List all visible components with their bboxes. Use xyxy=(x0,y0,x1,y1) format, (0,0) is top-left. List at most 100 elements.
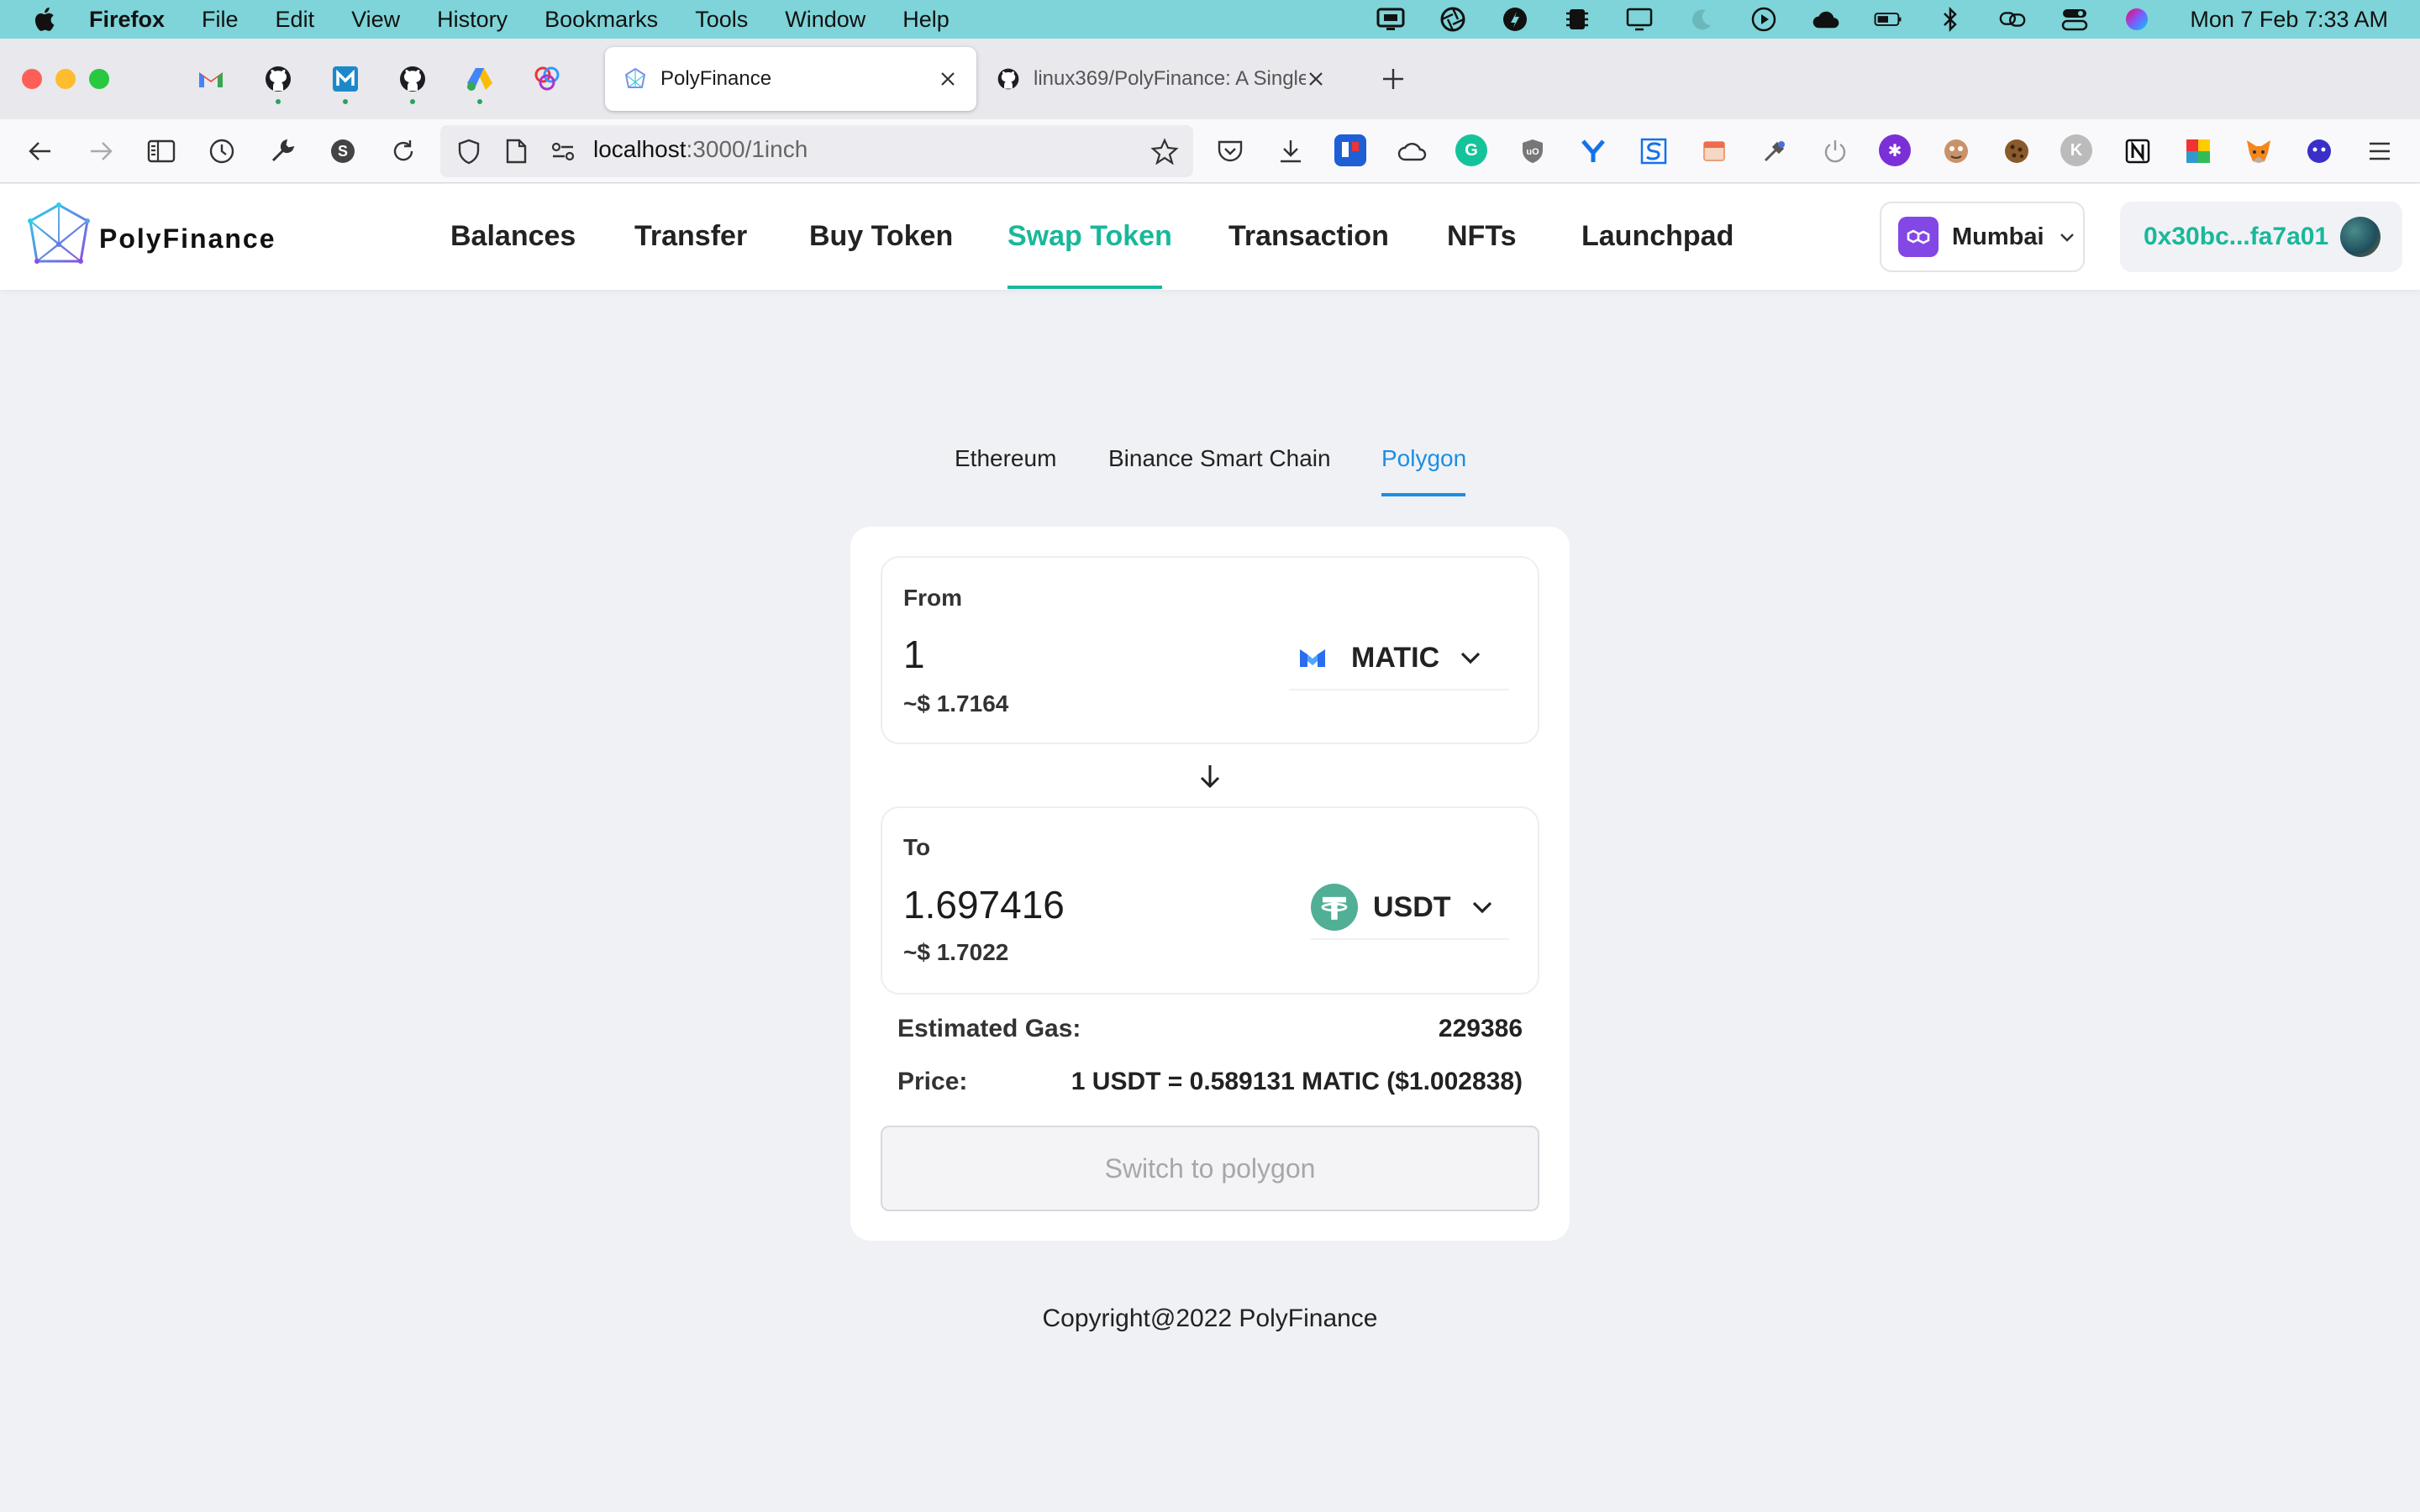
s-extension-icon[interactable]: S xyxy=(326,134,360,168)
reload-icon[interactable] xyxy=(387,134,420,168)
menu-window[interactable]: Window xyxy=(785,7,865,33)
matic-token-icon xyxy=(1289,634,1336,681)
url-text[interactable]: localhost:3000/1inch xyxy=(593,136,808,163)
chain-tab-bsc[interactable]: Binance Smart Chain xyxy=(1108,445,1331,472)
grammarly-extension-icon[interactable]: G xyxy=(1455,134,1487,166)
siri-icon[interactable] xyxy=(2123,5,2151,34)
link-icon[interactable] xyxy=(1998,5,2027,34)
back-arrow-icon[interactable] xyxy=(24,134,57,168)
history-clock-icon[interactable] xyxy=(205,134,239,168)
cloud-icon[interactable] xyxy=(1812,5,1840,34)
pinned-tab-metamask-m-icon[interactable] xyxy=(330,64,360,104)
play-icon[interactable] xyxy=(1749,5,1778,34)
calendar-extension-icon[interactable] xyxy=(1697,134,1731,168)
forward-arrow-icon[interactable] xyxy=(84,134,118,168)
pinned-tab-github-icon[interactable] xyxy=(263,64,293,104)
s-square-extension-icon[interactable] xyxy=(1637,134,1670,168)
nav-swap-token[interactable]: Swap Token xyxy=(1007,220,1172,253)
from-amount-input[interactable]: 1 xyxy=(903,632,925,677)
page-info-icon[interactable] xyxy=(499,134,533,168)
logo-text[interactable]: PolyFinance xyxy=(99,223,276,255)
chain-tab-polygon[interactable]: Polygon xyxy=(1381,445,1466,472)
window-close-button[interactable] xyxy=(22,69,42,89)
eyedropper-icon[interactable] xyxy=(1758,134,1791,168)
pinned-tab-indicator xyxy=(410,99,415,104)
cpu-monitor-icon[interactable] xyxy=(1563,5,1591,34)
window-zoom-button[interactable] xyxy=(89,69,109,89)
tab-polyfinance[interactable]: PolyFinance xyxy=(605,47,976,111)
screen-recorder-icon[interactable] xyxy=(1376,5,1405,34)
switch-to-polygon-button[interactable]: Switch to polygon xyxy=(881,1126,1539,1211)
power-icon[interactable] xyxy=(1818,134,1852,168)
menu-help[interactable]: Help xyxy=(902,7,950,33)
face-extension-icon[interactable] xyxy=(1939,134,1973,168)
pinned-tab-colorful-icon[interactable] xyxy=(532,64,562,94)
k-extension-icon[interactable]: K xyxy=(2060,134,2092,166)
snowflake-extension-icon[interactable]: ✱ xyxy=(1879,134,1911,166)
wrench-icon[interactable] xyxy=(266,134,299,168)
menu-edit[interactable]: Edit xyxy=(276,7,315,33)
nav-buy-token[interactable]: Buy Token xyxy=(809,220,953,253)
nav-nfts[interactable]: NFTs xyxy=(1447,220,1516,253)
pinned-tab-gmail-icon[interactable] xyxy=(196,64,226,94)
pocket-icon[interactable] xyxy=(1213,134,1247,168)
window-minimize-button[interactable] xyxy=(55,69,76,89)
sidebar-toggle-icon[interactable] xyxy=(145,134,178,168)
menu-tools[interactable]: Tools xyxy=(695,7,748,33)
chain-tab-ethereum[interactable]: Ethereum xyxy=(955,445,1056,472)
pinned-tab-github-icon-2[interactable] xyxy=(397,64,428,104)
tracking-shield-icon[interactable] xyxy=(452,134,486,168)
ublock-shield-icon[interactable]: uO xyxy=(1516,134,1549,168)
tab-title: PolyFinance xyxy=(660,67,772,90)
tab-close-icon[interactable] xyxy=(938,69,958,89)
notion-icon[interactable] xyxy=(2121,134,2154,168)
y-extension-icon[interactable] xyxy=(1576,134,1610,168)
menu-app-firefox[interactable]: Firefox xyxy=(89,7,165,33)
to-amount-input[interactable]: 1.697416 xyxy=(903,882,1065,927)
new-tab-plus-icon[interactable] xyxy=(1380,66,1407,92)
nav-transfer[interactable]: Transfer xyxy=(634,220,747,253)
swap-direction-arrow-icon[interactable] xyxy=(1197,763,1223,790)
nav-balances[interactable]: Balances xyxy=(450,220,576,253)
aperture-icon[interactable] xyxy=(1439,5,1467,34)
chevron-down-icon xyxy=(1472,901,1491,914)
trello-extension-icon[interactable] xyxy=(1334,134,1366,166)
polyfinance-logo-icon[interactable] xyxy=(27,202,91,271)
tab-github-repo[interactable]: linux369/PolyFinance: A Single P xyxy=(978,47,1344,111)
chevron-down-icon xyxy=(1460,652,1481,664)
from-token-symbol: MATIC xyxy=(1351,641,1440,674)
footer-copyright: Copyright@2022 PolyFinance xyxy=(1042,1305,1378,1332)
creative-cloud-icon[interactable] xyxy=(1501,5,1529,34)
from-token-selector[interactable]: MATIC xyxy=(1289,627,1509,690)
network-selector[interactable]: Mumbai xyxy=(1880,202,2085,272)
menu-bar-clock[interactable]: Mon 7 Feb 7:33 AM xyxy=(2190,7,2388,33)
control-center-icon[interactable] xyxy=(2060,5,2089,34)
display-icon[interactable] xyxy=(1625,5,1654,34)
cloud-extension-icon[interactable] xyxy=(1395,134,1428,168)
bookmark-star-icon[interactable] xyxy=(1148,134,1181,168)
pinned-tab-google-ads-icon[interactable] xyxy=(465,64,495,104)
to-token-selector[interactable]: USDT xyxy=(1311,876,1509,940)
nav-transaction[interactable]: Transaction xyxy=(1228,220,1389,253)
nav-launchpad[interactable]: Launchpad xyxy=(1581,220,1733,253)
bluetooth-icon[interactable] xyxy=(1936,5,1965,34)
account-button[interactable]: 0x30bc...fa7a01 xyxy=(2120,202,2402,272)
svg-text:S: S xyxy=(338,143,348,160)
metamask-fox-icon[interactable] xyxy=(2242,134,2275,168)
permissions-icon[interactable] xyxy=(546,134,580,168)
hamburger-menu-icon[interactable] xyxy=(2363,134,2396,168)
colorful-square-extension-icon[interactable] xyxy=(2181,134,2215,168)
night-mode-icon[interactable] xyxy=(1687,5,1716,34)
tab-close-icon[interactable] xyxy=(1306,69,1326,89)
menu-file[interactable]: File xyxy=(202,7,239,33)
menu-bookmarks[interactable]: Bookmarks xyxy=(544,7,658,33)
url-host: localhost xyxy=(593,136,687,162)
estimated-gas-value: 229386 xyxy=(1438,1015,1523,1042)
cookie-icon[interactable] xyxy=(2000,134,2033,168)
menu-view[interactable]: View xyxy=(351,7,400,33)
battery-icon[interactable] xyxy=(1874,5,1902,34)
apple-icon[interactable] xyxy=(30,4,60,34)
smiley-extension-icon[interactable] xyxy=(2302,134,2336,168)
downloads-icon[interactable] xyxy=(1274,134,1307,168)
menu-history[interactable]: History xyxy=(437,7,508,33)
